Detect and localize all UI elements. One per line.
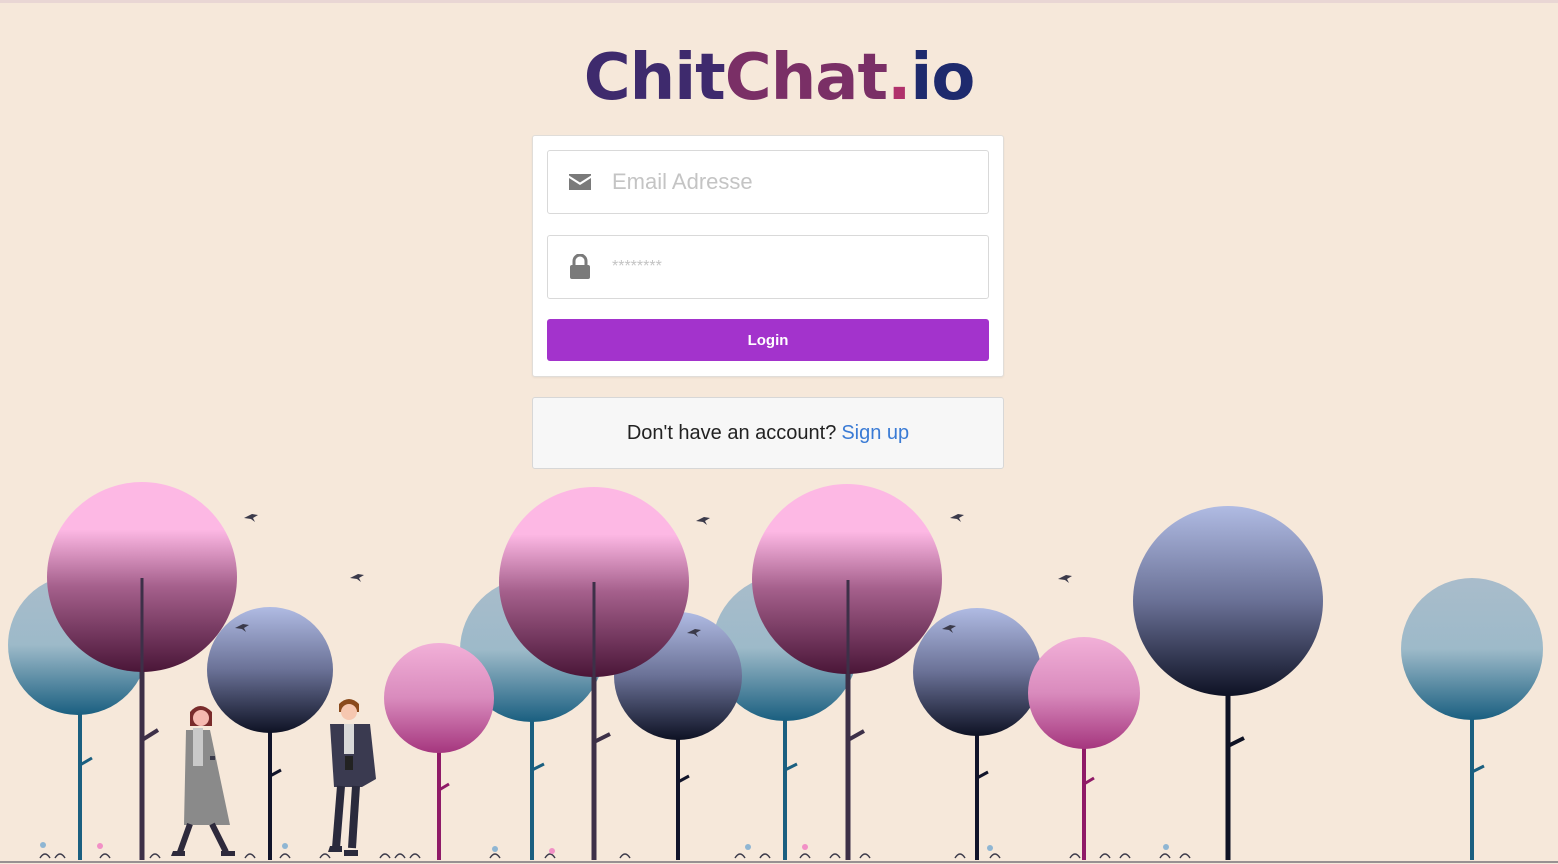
tree-teal-4 xyxy=(1401,578,1543,860)
signup-box: Don't have an account? Sign up xyxy=(532,397,1004,469)
tree-blue-3 xyxy=(913,608,1041,860)
brand-logo-dot: . xyxy=(887,41,911,115)
login-card: Login xyxy=(532,135,1004,377)
ground-flowers xyxy=(40,842,1169,854)
signup-prompt: Don't have an account? xyxy=(626,421,837,444)
brand-logo-part3: io xyxy=(910,41,975,115)
email-input[interactable] xyxy=(612,152,988,212)
envelope-icon xyxy=(548,151,612,213)
tree-blue-4 xyxy=(1133,506,1323,860)
email-field[interactable] xyxy=(547,150,989,214)
password-field[interactable] xyxy=(547,235,989,299)
brand-logo-part2: Chat xyxy=(724,41,888,115)
tree-magenta-2 xyxy=(1028,637,1140,860)
tree-magenta-1 xyxy=(384,643,494,860)
login-button[interactable]: Login xyxy=(547,319,989,361)
ground-grass xyxy=(39,853,1191,859)
walking-man-figure xyxy=(328,699,376,856)
password-input[interactable] xyxy=(612,237,988,297)
walking-woman-figure xyxy=(171,706,235,856)
signup-link[interactable]: Sign up xyxy=(841,422,909,445)
brand-logo: ChitChat.io xyxy=(0,38,1558,118)
lock-icon xyxy=(548,236,612,298)
brand-logo-part1: Chit xyxy=(583,41,726,115)
